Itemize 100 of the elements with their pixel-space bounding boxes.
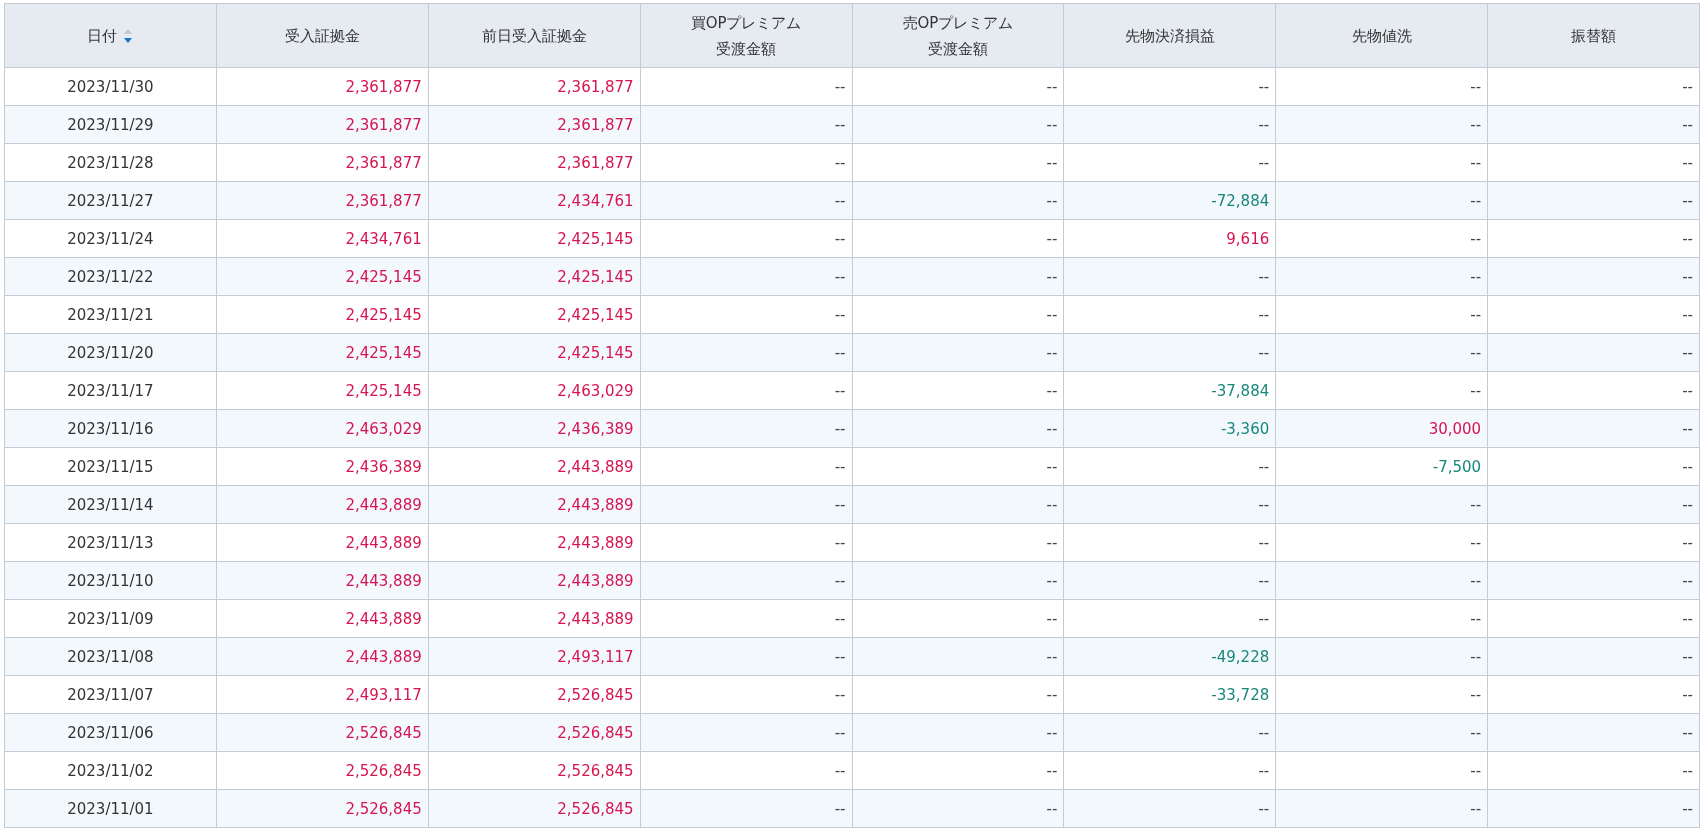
date-cell: 2023/11/06 (4, 713, 217, 752)
date-cell: 2023/11/13 (4, 523, 217, 562)
amount-cell: 2,434,761 (428, 181, 641, 220)
date-cell: 2023/11/17 (4, 371, 217, 410)
amount-cell: 2,361,877 (428, 67, 641, 106)
amount-cell: -- (640, 485, 852, 524)
amount-cell: 2,463,029 (216, 409, 429, 448)
amount-cell: -- (1275, 105, 1488, 144)
sort-icon[interactable] (123, 27, 134, 44)
amount-cell: -- (1275, 485, 1488, 524)
amount-cell: -- (1487, 523, 1700, 562)
amount-cell: -- (1275, 333, 1488, 372)
date-cell: 2023/11/09 (4, 599, 217, 638)
amount-cell: -- (852, 219, 1064, 258)
column-header: 買OPプレミアム 受渡金額 (640, 3, 852, 68)
amount-cell: -- (1275, 675, 1488, 714)
amount-cell: -- (852, 637, 1064, 676)
amount-cell: -- (640, 143, 852, 182)
amount-cell: -- (852, 447, 1064, 486)
amount-cell: 2,526,845 (216, 751, 429, 790)
amount-cell: -- (1063, 105, 1276, 144)
amount-cell: 2,425,145 (428, 219, 641, 258)
amount-cell: -- (1487, 295, 1700, 334)
amount-cell: 2,425,145 (216, 257, 429, 296)
amount-cell: -- (1275, 181, 1488, 220)
amount-cell: -- (852, 675, 1064, 714)
amount-cell: -- (1275, 599, 1488, 638)
amount-cell: 30,000 (1275, 409, 1488, 448)
amount-cell: -- (852, 409, 1064, 448)
date-cell: 2023/11/21 (4, 295, 217, 334)
amount-cell: -49,228 (1063, 637, 1276, 676)
date-cell: 2023/11/28 (4, 143, 217, 182)
amount-cell: 2,526,845 (428, 713, 641, 752)
column-header: 売OPプレミアム 受渡金額 (852, 3, 1064, 68)
amount-cell: 2,443,889 (428, 599, 641, 638)
amount-cell: -- (1487, 751, 1700, 790)
amount-cell: -- (640, 219, 852, 258)
amount-cell: -- (852, 713, 1064, 752)
amount-cell: -- (1063, 257, 1276, 296)
amount-cell: 2,526,845 (216, 789, 429, 828)
amount-cell: 2,443,889 (216, 599, 429, 638)
amount-cell: -- (1487, 67, 1700, 106)
amount-cell: 2,443,889 (216, 485, 429, 524)
date-cell: 2023/11/15 (4, 447, 217, 486)
amount-cell: -- (640, 599, 852, 638)
amount-cell: -- (1487, 371, 1700, 410)
amount-cell: -- (640, 789, 852, 828)
column-header: 振替額 (1487, 3, 1700, 68)
amount-cell: -- (1487, 447, 1700, 486)
amount-cell: -- (1063, 523, 1276, 562)
amount-cell: -- (1063, 143, 1276, 182)
amount-cell: -- (1487, 789, 1700, 828)
amount-cell: -- (1487, 675, 1700, 714)
amount-cell: 2,443,889 (428, 447, 641, 486)
date-cell: 2023/11/24 (4, 219, 217, 258)
amount-cell: 2,443,889 (428, 561, 641, 600)
amount-cell: 2,425,145 (428, 295, 641, 334)
amount-cell: -- (1275, 751, 1488, 790)
date-cell: 2023/11/16 (4, 409, 217, 448)
amount-cell: -- (852, 143, 1064, 182)
amount-cell: -- (852, 789, 1064, 828)
amount-cell: -72,884 (1063, 181, 1276, 220)
amount-cell: -- (640, 333, 852, 372)
amount-cell: -- (1063, 751, 1276, 790)
amount-cell: -- (852, 257, 1064, 296)
amount-cell: -- (1487, 181, 1700, 220)
amount-cell: -- (1487, 105, 1700, 144)
amount-cell: -33,728 (1063, 675, 1276, 714)
amount-cell: -- (1275, 257, 1488, 296)
amount-cell: 2,463,029 (428, 371, 641, 410)
amount-cell: -- (1487, 257, 1700, 296)
amount-cell: 2,443,889 (216, 523, 429, 562)
amount-cell: -- (1063, 599, 1276, 638)
amount-cell: 2,361,877 (216, 105, 429, 144)
date-cell: 2023/11/02 (4, 751, 217, 790)
amount-cell: -- (1063, 333, 1276, 372)
amount-cell: -- (640, 751, 852, 790)
amount-cell: -- (1063, 447, 1276, 486)
amount-cell: -- (852, 523, 1064, 562)
amount-cell: 2,425,145 (428, 257, 641, 296)
amount-cell: -- (1487, 143, 1700, 182)
amount-cell: -- (1063, 713, 1276, 752)
amount-cell: 2,361,877 (216, 67, 429, 106)
amount-cell: -- (1275, 143, 1488, 182)
amount-cell: -- (640, 637, 852, 676)
amount-cell: -- (1487, 485, 1700, 524)
amount-cell: 2,425,145 (216, 371, 429, 410)
amount-cell: -- (852, 105, 1064, 144)
amount-cell: 2,443,889 (216, 561, 429, 600)
amount-cell: 2,436,389 (216, 447, 429, 486)
column-header[interactable]: 日付 (4, 3, 217, 68)
amount-cell: -- (1063, 67, 1276, 106)
amount-cell: -- (1487, 599, 1700, 638)
amount-cell: -- (1487, 219, 1700, 258)
amount-cell: 2,361,877 (216, 143, 429, 182)
amount-cell: -- (852, 485, 1064, 524)
amount-cell: -- (1063, 485, 1276, 524)
amount-cell: 2,443,889 (428, 485, 641, 524)
amount-cell: -- (1487, 561, 1700, 600)
amount-cell: -- (852, 371, 1064, 410)
